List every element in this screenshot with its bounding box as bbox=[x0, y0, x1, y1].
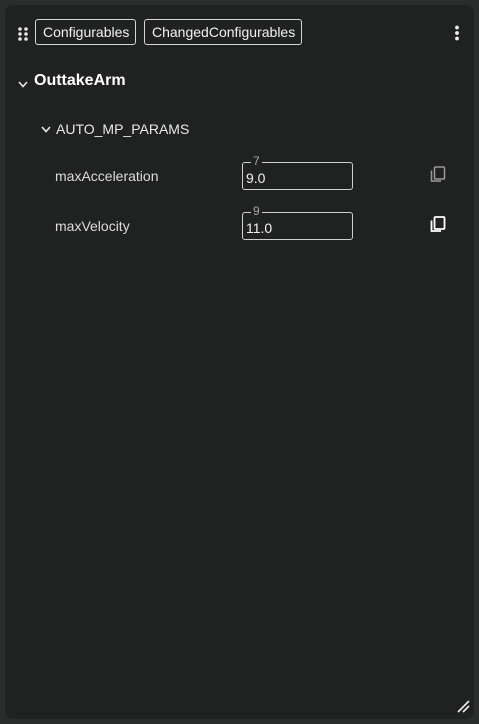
drag-handle-icon[interactable] bbox=[17, 26, 29, 42]
field-legend: 9 bbox=[251, 204, 262, 218]
group-title-outtakearm[interactable]: OuttakeArm bbox=[34, 72, 126, 90]
chevron-down-icon[interactable] bbox=[18, 81, 28, 88]
param-field-maxacceleration[interactable]: 7 bbox=[242, 154, 353, 190]
maxvelocity-input[interactable] bbox=[246, 219, 346, 237]
changed-configurables-tab-button[interactable]: ChangedConfigurables bbox=[144, 19, 302, 45]
param-label-maxacceleration: maxAcceleration bbox=[55, 168, 159, 184]
field-legend: 7 bbox=[251, 154, 262, 168]
param-field-maxvelocity[interactable]: 9 bbox=[242, 204, 353, 240]
configurables-tab-button[interactable]: Configurables bbox=[35, 19, 136, 45]
more-options-icon[interactable] bbox=[453, 25, 461, 41]
param-label-maxvelocity: maxVelocity bbox=[55, 218, 130, 234]
configurables-panel: Configurables ChangedConfigurables Outta… bbox=[5, 5, 474, 719]
copy-outline-icon[interactable] bbox=[429, 165, 447, 183]
maxacceleration-input[interactable] bbox=[246, 169, 346, 187]
subgroup-title-auto-mp-params[interactable]: AUTO_MP_PARAMS bbox=[56, 121, 189, 137]
chevron-down-icon[interactable] bbox=[41, 126, 51, 133]
resize-handle-icon[interactable] bbox=[456, 699, 470, 713]
copy-filled-icon[interactable] bbox=[429, 215, 447, 233]
